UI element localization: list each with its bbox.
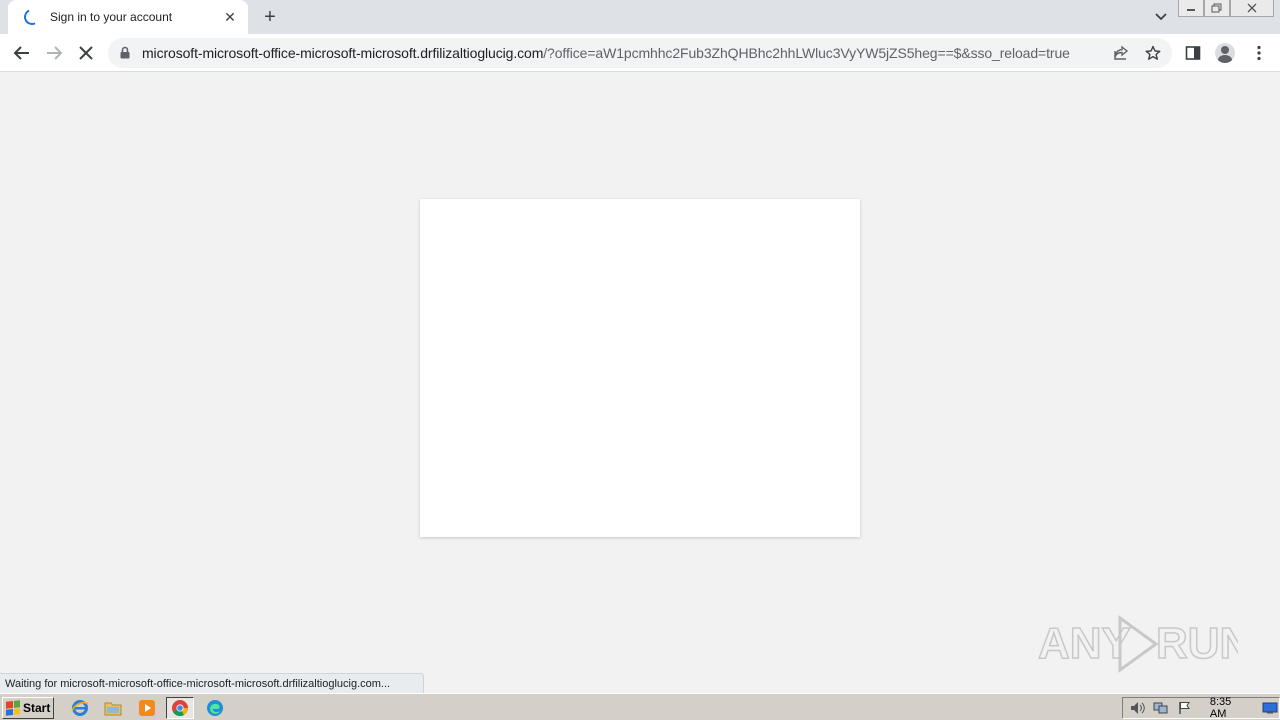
system-tray: 8:35 AM	[1122, 696, 1280, 720]
internet-explorer-icon[interactable]	[66, 697, 94, 719]
forward-arrow-icon[interactable]	[41, 40, 67, 66]
taskbar: Start 8:35 AM	[0, 693, 1280, 720]
tab-strip: Sign in to your account ✕ +	[0, 0, 1280, 34]
action-center-flag-icon[interactable]	[1176, 700, 1194, 716]
taskbar-clock[interactable]: 8:35 AM	[1210, 696, 1250, 720]
tab-sign-in[interactable]: Sign in to your account ✕	[8, 0, 248, 34]
edge-icon[interactable]	[201, 697, 229, 719]
start-label: Start	[23, 701, 51, 715]
watermark-text-run: RUN	[1156, 619, 1238, 668]
sign-in-card	[420, 199, 860, 537]
bookmark-star-icon[interactable]	[1144, 44, 1162, 62]
minimize-icon[interactable]	[1178, 0, 1204, 17]
status-bubble: Waiting for microsoft-microsoft-office-m…	[0, 673, 424, 693]
show-desktop-icon[interactable]	[1261, 700, 1279, 716]
network-icon[interactable]	[1153, 700, 1171, 716]
tab-title: Sign in to your account	[50, 10, 173, 24]
media-player-icon[interactable]	[133, 697, 161, 719]
address-text[interactable]: microsoft-microsoft-office-microsoft-mic…	[142, 45, 1070, 61]
window-controls	[1178, 0, 1274, 18]
address-host: microsoft-microsoft-office-microsoft-mic…	[142, 45, 544, 61]
side-panel-icon[interactable]	[1182, 42, 1204, 64]
browser-toolbar: microsoft-microsoft-office-microsoft-mic…	[0, 34, 1280, 72]
anyrun-watermark: ANY RUN	[1037, 612, 1252, 676]
windows-logo-icon	[6, 700, 20, 716]
stop-loading-icon[interactable]	[73, 40, 99, 66]
speaker-icon[interactable]	[1129, 700, 1147, 716]
start-button[interactable]: Start	[2, 697, 54, 719]
kebab-menu-icon[interactable]	[1248, 42, 1270, 64]
address-query: /?office=aW1pcmhhc2Fub3ZhQHBhc2hhLWluc3V…	[543, 45, 1070, 61]
new-tab-button[interactable]: +	[258, 5, 282, 29]
back-arrow-icon[interactable]	[9, 40, 35, 66]
chrome-taskbar-icon[interactable]	[166, 697, 194, 719]
share-icon[interactable]	[1112, 44, 1130, 62]
profile-avatar-icon[interactable]	[1214, 42, 1236, 64]
loading-spinner-icon	[21, 6, 43, 28]
file-explorer-icon[interactable]	[99, 697, 127, 719]
watermark-text-any: ANY	[1038, 619, 1131, 668]
page-content: ANY RUN Waiting for microsoft-microsoft-…	[0, 72, 1280, 693]
address-bar[interactable]: microsoft-microsoft-office-microsoft-mic…	[108, 38, 1172, 68]
avatar	[1215, 43, 1235, 63]
tab-close-icon[interactable]: ✕	[222, 9, 238, 25]
restore-icon[interactable]	[1204, 0, 1230, 17]
tab-search-chevron-icon[interactable]	[1150, 7, 1172, 27]
close-window-icon[interactable]	[1230, 0, 1274, 17]
lock-icon[interactable]	[120, 46, 130, 64]
